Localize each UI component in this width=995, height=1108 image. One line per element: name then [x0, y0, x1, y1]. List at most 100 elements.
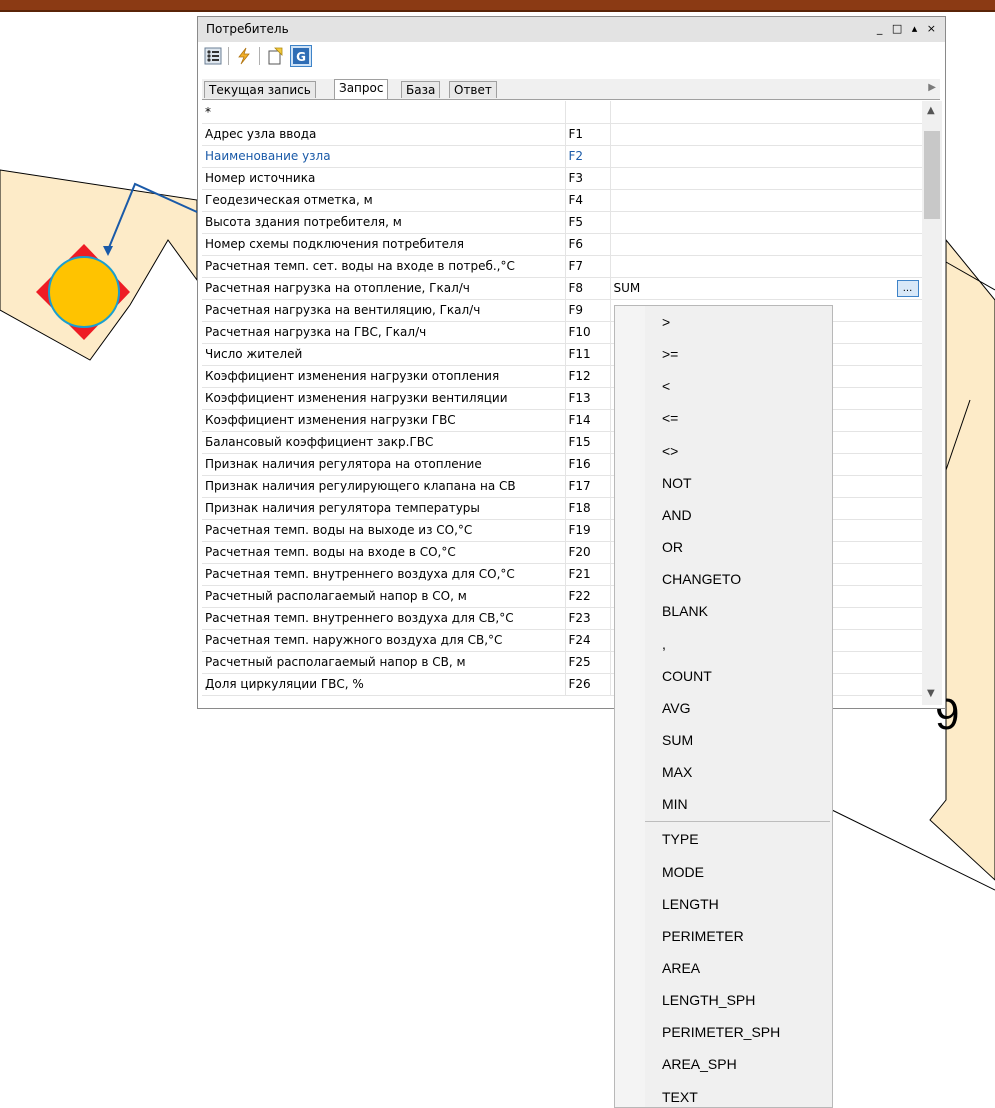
- vertical-scrollbar[interactable]: ▲ ▼: [922, 101, 942, 705]
- query-value-cell[interactable]: [610, 123, 922, 146]
- menu-item[interactable]: CHANGETO: [662, 571, 741, 587]
- menu-item[interactable]: SUM: [662, 732, 693, 748]
- field-code: F13: [565, 387, 611, 410]
- field-code: F21: [565, 563, 611, 586]
- field-code: F18: [565, 497, 611, 520]
- g-button[interactable]: G: [290, 45, 312, 67]
- lightning-icon: [238, 47, 250, 65]
- menu-item[interactable]: NOT: [662, 475, 692, 491]
- menu-item[interactable]: PERIMETER_SPH: [662, 1024, 780, 1040]
- menu-item[interactable]: OR: [662, 539, 683, 555]
- field-code: F10: [565, 321, 611, 344]
- field-name: Коэффициент изменения нагрузки вентиляци…: [202, 387, 566, 410]
- table-row[interactable]: Номер источника F3: [202, 167, 922, 190]
- query-value-cell[interactable]: [610, 189, 922, 212]
- field-name: Расчетная темп. внутреннего воздуха для …: [202, 607, 566, 630]
- field-name: Признак наличия регулятора на отопление: [202, 453, 566, 476]
- toolbar-separator: [228, 47, 229, 65]
- minimize-button[interactable]: _: [877, 22, 886, 35]
- consumer-window: Потребитель _ □ ▴ × G Текущая запись Зап…: [197, 16, 946, 709]
- table-row[interactable]: Наименование узла F2: [202, 145, 922, 168]
- menu-item[interactable]: <: [662, 378, 670, 394]
- menu-item[interactable]: AREA: [662, 960, 700, 976]
- query-value-cell[interactable]: SUM...: [610, 277, 922, 300]
- tab-scroll-right-icon[interactable]: ▶: [928, 82, 936, 93]
- scroll-down-icon[interactable]: ▼: [927, 688, 935, 699]
- query-value[interactable]: SUM: [614, 281, 641, 295]
- menu-item[interactable]: <>: [662, 443, 678, 459]
- maximize-button[interactable]: □: [892, 22, 905, 35]
- g-icon: G: [293, 48, 309, 64]
- menu-item[interactable]: AREA_SPH: [662, 1056, 737, 1072]
- menu-item[interactable]: COUNT: [662, 668, 712, 684]
- table-row[interactable]: Расчетная нагрузка на отопление, Гкал/ч F…: [202, 277, 922, 300]
- field-name: Число жителей: [202, 343, 566, 366]
- query-value-cell[interactable]: [610, 255, 922, 278]
- tab-current-record[interactable]: Текущая запись: [204, 81, 316, 98]
- query-value-cell[interactable]: [610, 167, 922, 190]
- menu-item[interactable]: <=: [662, 410, 678, 426]
- menu-item[interactable]: >=: [662, 346, 678, 362]
- tab-bar: Текущая запись Запрос База Ответ ▶: [202, 79, 940, 100]
- scrollbar-thumb[interactable]: [924, 131, 940, 219]
- pin-button[interactable]: ▴: [912, 22, 921, 35]
- menu-item[interactable]: >: [662, 314, 670, 330]
- field-name: Номер схемы подключения потребителя: [202, 233, 566, 256]
- menu-item[interactable]: AVG: [662, 700, 691, 716]
- menu-item[interactable]: PERIMETER: [662, 928, 744, 944]
- table-row[interactable]: Номер схемы подключения потребителя F6: [202, 233, 922, 256]
- table-row[interactable]: Геодезическая отметка, м F4: [202, 189, 922, 212]
- table-row[interactable]: Расчетная темп. сет. воды на входе в пот…: [202, 255, 922, 278]
- field-name: Доля циркуляции ГВС, %: [202, 673, 566, 696]
- table-row[interactable]: Высота здания потребителя, м F5: [202, 211, 922, 234]
- field-name: Наименование узла: [202, 145, 566, 168]
- map-node-circle: [48, 256, 120, 328]
- ellipsis-button[interactable]: ...: [896, 279, 919, 297]
- table-row[interactable]: Адрес узла ввода F1: [202, 123, 922, 146]
- new-row[interactable]: *: [202, 101, 922, 124]
- query-value-cell[interactable]: [610, 233, 922, 256]
- options-icon: [204, 47, 222, 65]
- toolbar-separator: [259, 47, 260, 65]
- menu-item[interactable]: LENGTH_SPH: [662, 992, 755, 1008]
- close-button[interactable]: ×: [927, 22, 939, 35]
- field-code: F24: [565, 629, 611, 652]
- query-value-cell[interactable]: [610, 211, 922, 234]
- field-name: Признак наличия регулирующего клапана на…: [202, 475, 566, 498]
- menu-item[interactable]: TEXT: [662, 1089, 698, 1105]
- field-code: F23: [565, 607, 611, 630]
- options-button[interactable]: [202, 45, 224, 67]
- scroll-up-icon[interactable]: ▲: [927, 105, 935, 116]
- menu-item[interactable]: AND: [662, 507, 692, 523]
- menu-item[interactable]: ,: [662, 636, 666, 652]
- field-name: Расчетная нагрузка на вентиляцию, Гкал/ч: [202, 299, 566, 322]
- field-name: Расчетная нагрузка на ГВС, Гкал/ч: [202, 321, 566, 344]
- field-name: Признак наличия регулятора температуры: [202, 497, 566, 520]
- query-value-cell[interactable]: [610, 145, 922, 168]
- menu-item[interactable]: LENGTH: [662, 896, 719, 912]
- menu-item[interactable]: MIN: [662, 796, 688, 812]
- tab-base[interactable]: База: [401, 81, 441, 98]
- menu-item[interactable]: TYPE: [662, 831, 699, 847]
- window-titlebar[interactable]: Потребитель _ □ ▴ ×: [198, 17, 945, 42]
- menu-item[interactable]: MODE: [662, 864, 704, 880]
- field-code: F16: [565, 453, 611, 476]
- tab-answer[interactable]: Ответ: [449, 81, 497, 98]
- field-code: F3: [565, 167, 611, 190]
- field-code: F8: [565, 277, 611, 300]
- field-code: F20: [565, 541, 611, 564]
- field-name: Расчетная нагрузка на отопление, Гкал/ч: [202, 277, 566, 300]
- field-name: Расчетная темп. воды на входе в СО,°С: [202, 541, 566, 564]
- tab-query[interactable]: Запрос: [334, 79, 389, 99]
- field-code: F5: [565, 211, 611, 234]
- new-document-button[interactable]: [264, 45, 286, 67]
- run-button[interactable]: [233, 45, 255, 67]
- menu-item[interactable]: BLANK: [662, 603, 708, 619]
- menu-item[interactable]: MAX: [662, 764, 692, 780]
- field-name: Коэффициент изменения нагрузки отопления: [202, 365, 566, 388]
- field-name: Расчетный располагаемый напор в СВ, м: [202, 651, 566, 674]
- new-document-icon: [268, 47, 283, 65]
- field-name: Расчетная темп. воды на выходе из СО,°С: [202, 519, 566, 542]
- toolbar: G: [202, 44, 942, 68]
- field-name: Коэффициент изменения нагрузки ГВС: [202, 409, 566, 432]
